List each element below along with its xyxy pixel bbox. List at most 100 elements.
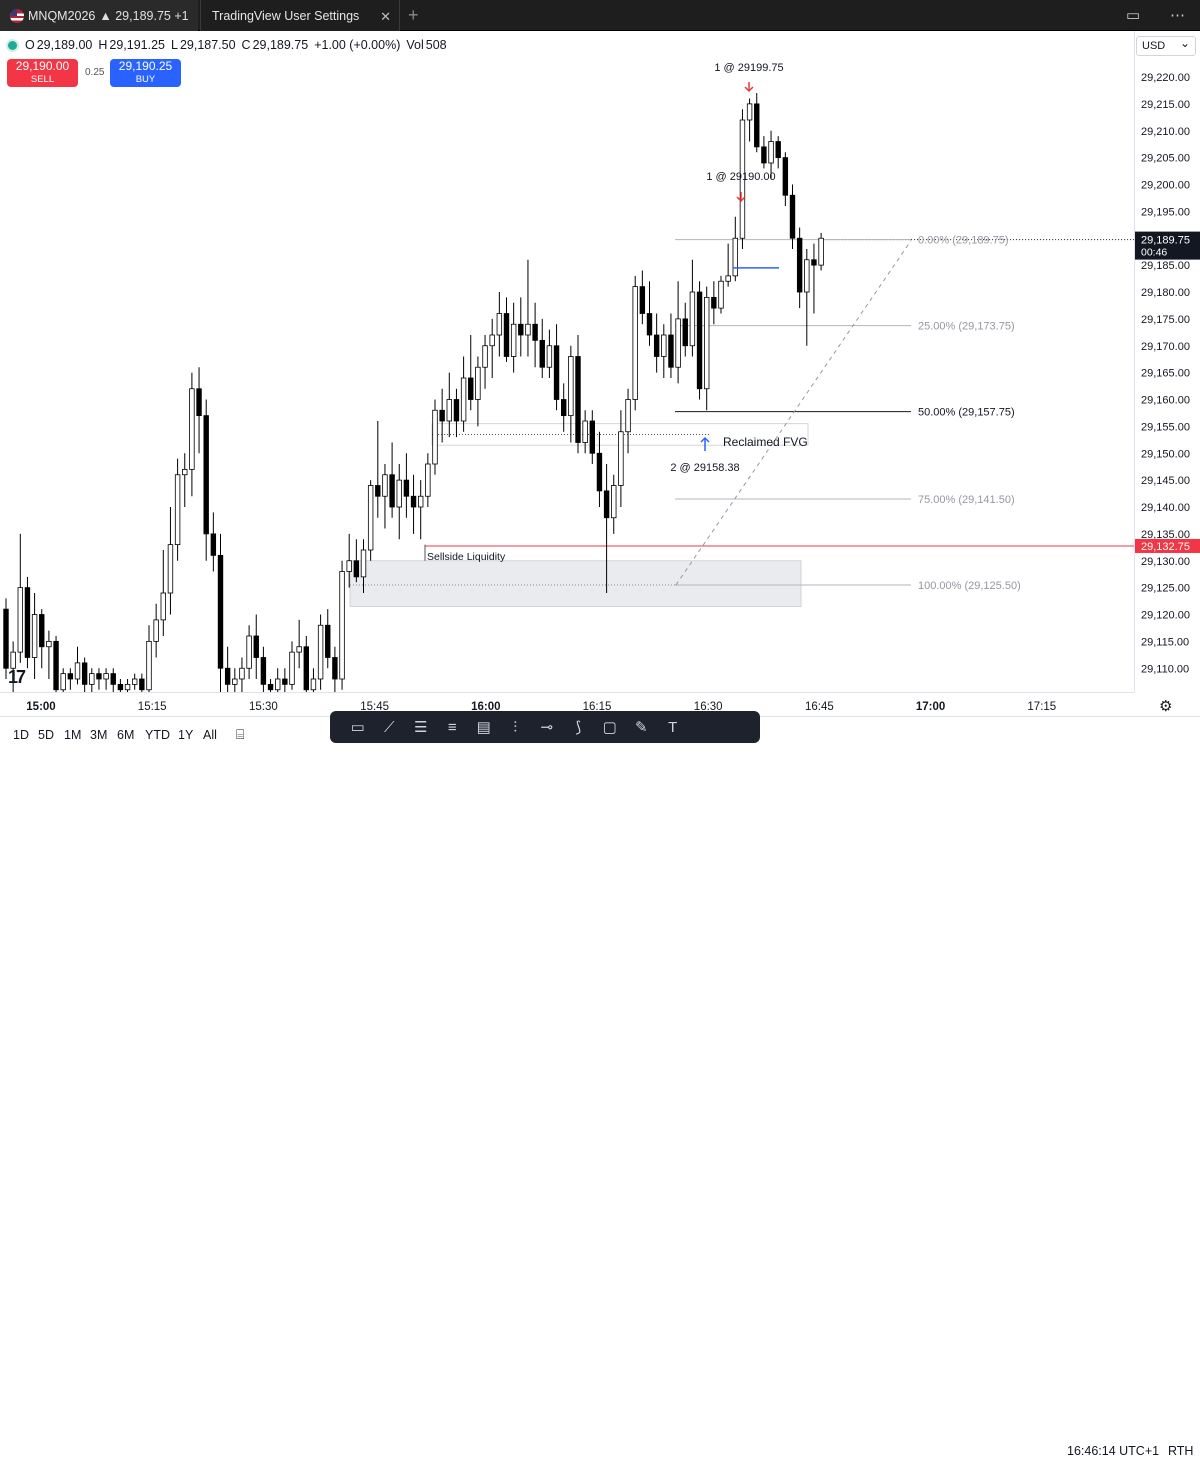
candle-body	[246, 635, 252, 669]
price-tick-label: 29,160.00	[1141, 395, 1190, 407]
candle-body	[589, 420, 595, 454]
candle-body	[189, 388, 195, 470]
ohlc-legend: O 29,189.00 H 29,191.25 L 29,187.50 C 29,189…	[8, 38, 451, 52]
candle-body	[60, 673, 66, 691]
candle-body	[711, 296, 717, 309]
rectangle-icon[interactable]: ▭	[342, 718, 374, 736]
price-tick-label: 29,220.00	[1141, 72, 1190, 84]
candle-body	[425, 463, 431, 497]
range-5d[interactable]: 5D	[38, 728, 54, 742]
clock[interactable]: 16:46:14 UTC+1	[1067, 1444, 1159, 1458]
time-tick-label: 15:30	[249, 701, 278, 713]
ray-icon[interactable]: ⊸	[531, 718, 563, 736]
fib-level-label: 25.00% (29,173.75)	[918, 321, 1015, 333]
candle-body	[325, 624, 331, 658]
gann-icon[interactable]: ▤	[468, 718, 500, 736]
candle-body	[553, 345, 560, 400]
candle-body	[546, 345, 553, 368]
candle-body	[339, 571, 345, 680]
candle-body	[260, 657, 267, 685]
spread-value: 0.25	[85, 67, 105, 78]
candle-body	[110, 673, 116, 685]
candle-body	[789, 194, 796, 239]
fib-trend-line	[675, 240, 912, 586]
price-tick-label: 29,120.00	[1141, 610, 1190, 622]
price-tick-label: 29,215.00	[1141, 99, 1190, 111]
text-icon[interactable]: T	[657, 719, 689, 736]
candle-body	[317, 624, 324, 680]
session-toggle[interactable]: RTH	[1168, 1444, 1193, 1458]
sell-price: 29,190.00	[15, 59, 70, 73]
path-icon[interactable]: ⟆	[563, 718, 595, 736]
candle-body	[224, 667, 231, 685]
close-icon[interactable]: ✕	[380, 9, 391, 25]
candle-body	[611, 485, 617, 519]
candle-body	[818, 237, 824, 266]
tab-user-settings[interactable]: TradingView User Settings ✕	[200, 0, 400, 31]
candle-body	[804, 259, 810, 293]
candle-body	[267, 683, 274, 691]
candle-body	[139, 678, 145, 691]
tab-mnqm2026[interactable]: MNQM2026 ▲ 29,189.75 +1	[0, 0, 198, 31]
tab-label: TradingView User Settings	[212, 8, 360, 23]
range-1y[interactable]: 1Y	[178, 728, 193, 742]
candle-body	[489, 334, 495, 347]
range-1d[interactable]: 1D	[13, 728, 29, 742]
range-6m[interactable]: 6M	[117, 728, 134, 742]
candle-body	[518, 323, 524, 336]
candle-body	[382, 474, 388, 497]
fib-icon[interactable]: ☰	[405, 718, 437, 736]
layout-icon[interactable]: ▭	[1126, 6, 1140, 24]
price-tick-label: 29,170.00	[1141, 341, 1190, 353]
volume-value: 508	[425, 38, 447, 52]
candle-body	[417, 495, 424, 508]
calendar-icon[interactable]: ⌸	[236, 726, 244, 743]
candle-body	[124, 683, 131, 691]
sellside-liquidity-label: Sellside Liquidity	[427, 551, 506, 563]
browser-tab-bar: MNQM2026 ▲ 29,189.75 +1 TradingView User…	[0, 0, 1200, 31]
us-flag-icon	[10, 8, 24, 23]
sellside-liquidity-zone	[349, 560, 802, 607]
candle-body	[725, 275, 731, 282]
more-options-icon[interactable]: ⋯	[1170, 6, 1185, 24]
candle-body	[103, 673, 109, 680]
price-tick-label: 29,180.00	[1141, 287, 1190, 299]
range-3m[interactable]: 3M	[90, 728, 107, 742]
price-chart[interactable]: 0.00% (29,189.75) 25.00% (29,173.75) 50.00…	[0, 31, 1134, 692]
current-price-value: 29,189.75	[1141, 235, 1190, 247]
candle-body	[453, 399, 460, 422]
price-tick-label: 29,155.00	[1141, 421, 1190, 433]
candle-body	[754, 103, 760, 148]
gear-icon[interactable]: ⚙	[1159, 697, 1172, 715]
price-tick-label: 29,145.00	[1141, 475, 1190, 487]
candle-body	[24, 587, 31, 658]
long-position-icon[interactable]: ⫶	[500, 719, 532, 736]
callout-icon[interactable]: ▢	[594, 718, 626, 736]
range-1m[interactable]: 1M	[64, 728, 81, 742]
sell-button[interactable]: 29,190.00 SELL	[7, 59, 78, 87]
candle-body	[153, 619, 159, 642]
price-tick-label: 29,200.00	[1141, 180, 1190, 192]
candle-body	[39, 614, 45, 648]
new-tab-plus-icon[interactable]: +	[408, 5, 419, 26]
price-axis-labels: 29,220.00 29,215.00 29,210.00 29,205.00 29,2…	[1135, 72, 1200, 675]
candle-body	[67, 673, 74, 680]
candle-body	[796, 237, 803, 293]
candle-body	[396, 479, 402, 508]
range-ytd[interactable]: YTD	[145, 728, 170, 742]
low-value: 29,187.50	[179, 38, 236, 52]
pitchfork-icon[interactable]: ≡	[437, 719, 469, 736]
candle-body	[46, 640, 52, 648]
fib-level-label: 0.00% (29,189.75)	[918, 235, 1009, 247]
candle-body	[274, 678, 281, 691]
price-axis[interactable]: 29,220.00 29,215.00 29,210.00 29,205.00 29,2…	[1134, 31, 1200, 692]
price-tick-label: 29,115.00	[1141, 636, 1189, 648]
time-tick-label: 17:15	[1027, 701, 1056, 713]
currency-select[interactable]: USD	[1136, 36, 1196, 56]
candle-body	[468, 377, 474, 400]
alert-price-value: 29,132.75	[1141, 541, 1190, 553]
brush-icon[interactable]: ✎	[626, 718, 658, 736]
range-all[interactable]: All	[203, 728, 217, 742]
trendline-icon[interactable]: ⟋	[374, 719, 406, 736]
buy-button[interactable]: 29,190.25 BUY	[110, 59, 181, 87]
